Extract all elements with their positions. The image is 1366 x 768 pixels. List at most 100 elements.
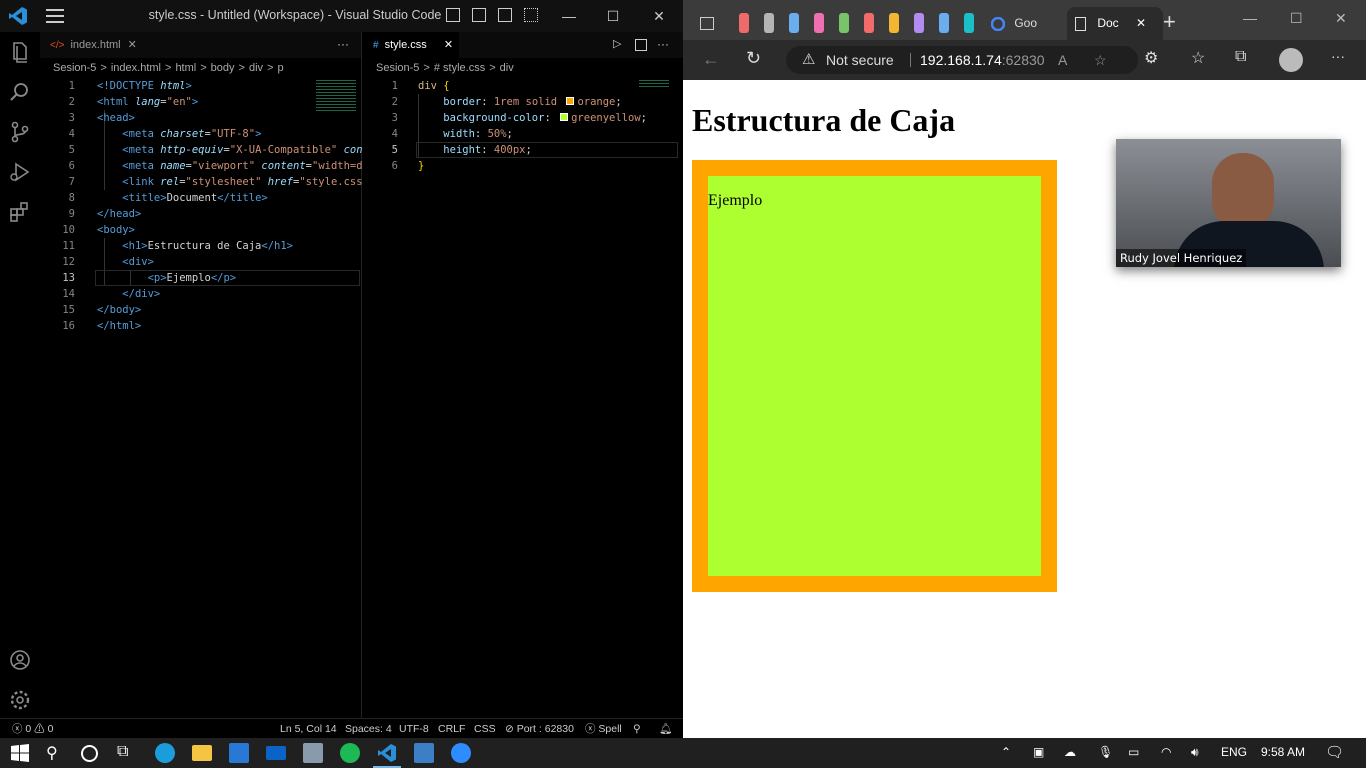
code-line[interactable]: <meta http-equiv="X-UA-Compatible" con [97,142,362,158]
input-language[interactable]: ENG [1221,745,1247,759]
css-code[interactable]: 1 div {2 border: 1rem solid orange; 3 back… [363,78,683,718]
code-line[interactable]: <body> [97,222,362,238]
breadcrumb-item[interactable]: Sesion-5 [376,62,419,74]
pinned-tab[interactable] [964,13,974,33]
settings-gear-icon[interactable] [8,688,32,712]
spotify-icon[interactable] [340,743,360,763]
close-button[interactable]: ✕ [636,0,682,32]
code-line[interactable]: <title>Document</title> [97,190,362,206]
store-icon[interactable] [229,743,249,763]
pinned-tab[interactable] [814,13,824,33]
code-line[interactable]: </html> [97,318,362,334]
code-line[interactable]: width: 50%; [418,126,680,142]
zoom-icon[interactable] [451,743,471,763]
url-bar[interactable]: ⚠ Not secure 192.168.1.74:62830 A ☆ [786,46,1138,74]
accounts-icon[interactable] [8,648,32,672]
cortana-icon[interactable] [81,745,98,762]
show-hidden-icons-icon[interactable]: ⌃ [1001,745,1011,759]
tab-actions-icon[interactable] [700,17,714,30]
explorer-icon[interactable] [8,40,32,64]
browser-minimize-button[interactable]: — [1243,10,1257,26]
notifications-bell-icon[interactable]: 🔔︎ [659,719,672,739]
task-view-icon[interactable]: ⧉ [117,743,137,763]
html-code[interactable]: 1 <!DOCTYPE html> 2 <html lang="en"> 3 <head>… [40,78,362,718]
tab-style-css[interactable]: # style.css ✕ [363,32,459,58]
security-status[interactable]: Not secure [826,46,894,74]
code-line[interactable]: } [418,158,680,174]
edge-taskbar-icon[interactable] [155,743,175,763]
code-line[interactable]: <p>Ejemplo</p> [97,270,362,286]
close-tab-icon[interactable]: ✕ [128,39,137,51]
pinned-tab[interactable] [839,13,849,33]
breadcrumb-item[interactable]: div [500,62,514,74]
eol-status[interactable]: CRLF [438,719,465,739]
run-icon[interactable]: ▷ [613,37,621,50]
photos-icon[interactable] [303,743,323,763]
new-tab-icon[interactable]: + [1163,9,1176,35]
microphone-icon[interactable]: 🎙︎ [1098,745,1113,759]
split-editor-icon[interactable] [635,39,647,51]
minimap[interactable] [639,78,669,88]
breadcrumb-item[interactable]: # style.css [434,62,485,74]
extensions-puzzle-icon[interactable]: ⚙ [1144,48,1158,68]
close-tab-icon[interactable]: ✕ [1136,16,1146,30]
clock[interactable]: 9:58 AM [1261,745,1305,759]
breadcrumb-item[interactable]: p [277,62,283,74]
notification-center-icon[interactable]: 🗨︎ [1325,743,1344,761]
source-control-icon[interactable] [8,120,32,144]
minimize-button[interactable]: — [546,0,592,32]
code-line[interactable]: height: 400px; [418,142,680,158]
language-mode[interactable]: CSS [474,719,496,739]
search-icon[interactable] [8,80,32,104]
pinned-tab[interactable] [864,13,874,33]
collections-icon[interactable]: ⧉ [1235,48,1246,66]
pinned-tab[interactable] [764,13,774,33]
cursor-position[interactable]: Ln 5, Col 14 [280,719,337,739]
run-debug-icon[interactable] [8,160,32,184]
close-tab-icon[interactable]: ✕ [444,39,453,51]
onedrive-icon[interactable]: ☁ [1064,745,1076,759]
minimap[interactable] [316,78,356,112]
pinned-tab[interactable] [889,13,899,33]
favorite-add-icon[interactable]: ☆ [1094,46,1107,74]
breadcrumb-item[interactable]: index.html [111,62,161,74]
breadcrumb-item[interactable]: html [175,62,196,74]
battery-icon[interactable]: ▭ [1128,745,1139,759]
app-icon[interactable] [414,743,434,763]
code-line[interactable]: <link rel="stylesheet" href="style.css [97,174,362,190]
favorites-icon[interactable]: ☆ [1191,48,1205,68]
breadcrumb-item[interactable]: Sesion-5 [53,62,96,74]
tab-google[interactable]: Goo ✕ [983,7,1063,63]
code-line[interactable]: background-color: greenyellow; [418,110,680,126]
code-line[interactable]: <meta charset="UTF-8"> [97,126,362,142]
feedback-icon[interactable]: ⚲ [633,719,641,739]
code-line[interactable]: <div> [97,254,362,270]
file-explorer-icon[interactable] [192,745,212,761]
tab-index-html[interactable]: </> index.html ✕ [40,32,140,58]
browser-close-button[interactable]: ✕ [1335,10,1347,27]
toggle-secondary-sidebar-icon[interactable] [498,8,512,22]
wifi-icon[interactable]: ◠ [1161,745,1171,759]
spell-check-status[interactable]: ⓧ Spell [585,719,622,739]
code-line[interactable]: <h1>Estructura de Caja</h1> [97,238,362,254]
code-line[interactable]: </head> [97,206,362,222]
read-aloud-icon[interactable]: A [1058,46,1067,74]
pinned-tab[interactable] [739,13,749,33]
breadcrumb-item[interactable]: div [249,62,263,74]
color-swatch-icon[interactable] [560,113,569,121]
toggle-sidebar-icon[interactable] [446,8,460,22]
problems-indicator[interactable]: ⓧ 0 ⚠ 0 [12,719,53,739]
search-icon[interactable]: ⚲ [46,743,66,763]
tab-document[interactable]: Doc ✕ [1067,7,1163,40]
indentation-status[interactable]: Spaces: 4 [345,719,392,739]
maximize-button[interactable]: ☐ [590,0,636,32]
volume-icon[interactable]: 🔊︎ [1191,745,1199,760]
warning-icon[interactable]: ⚠ [802,46,815,74]
windows-start-icon[interactable] [10,743,30,763]
live-server-port[interactable]: ⊘ Port : 62830 [505,719,574,739]
menu-icon[interactable] [46,9,64,23]
vscode-taskbar-icon[interactable] [373,743,401,768]
breadcrumb-item[interactable]: body [211,62,235,74]
code-line[interactable]: border: 1rem solid orange; [418,94,680,110]
more-actions-icon[interactable]: ··· [337,37,349,51]
